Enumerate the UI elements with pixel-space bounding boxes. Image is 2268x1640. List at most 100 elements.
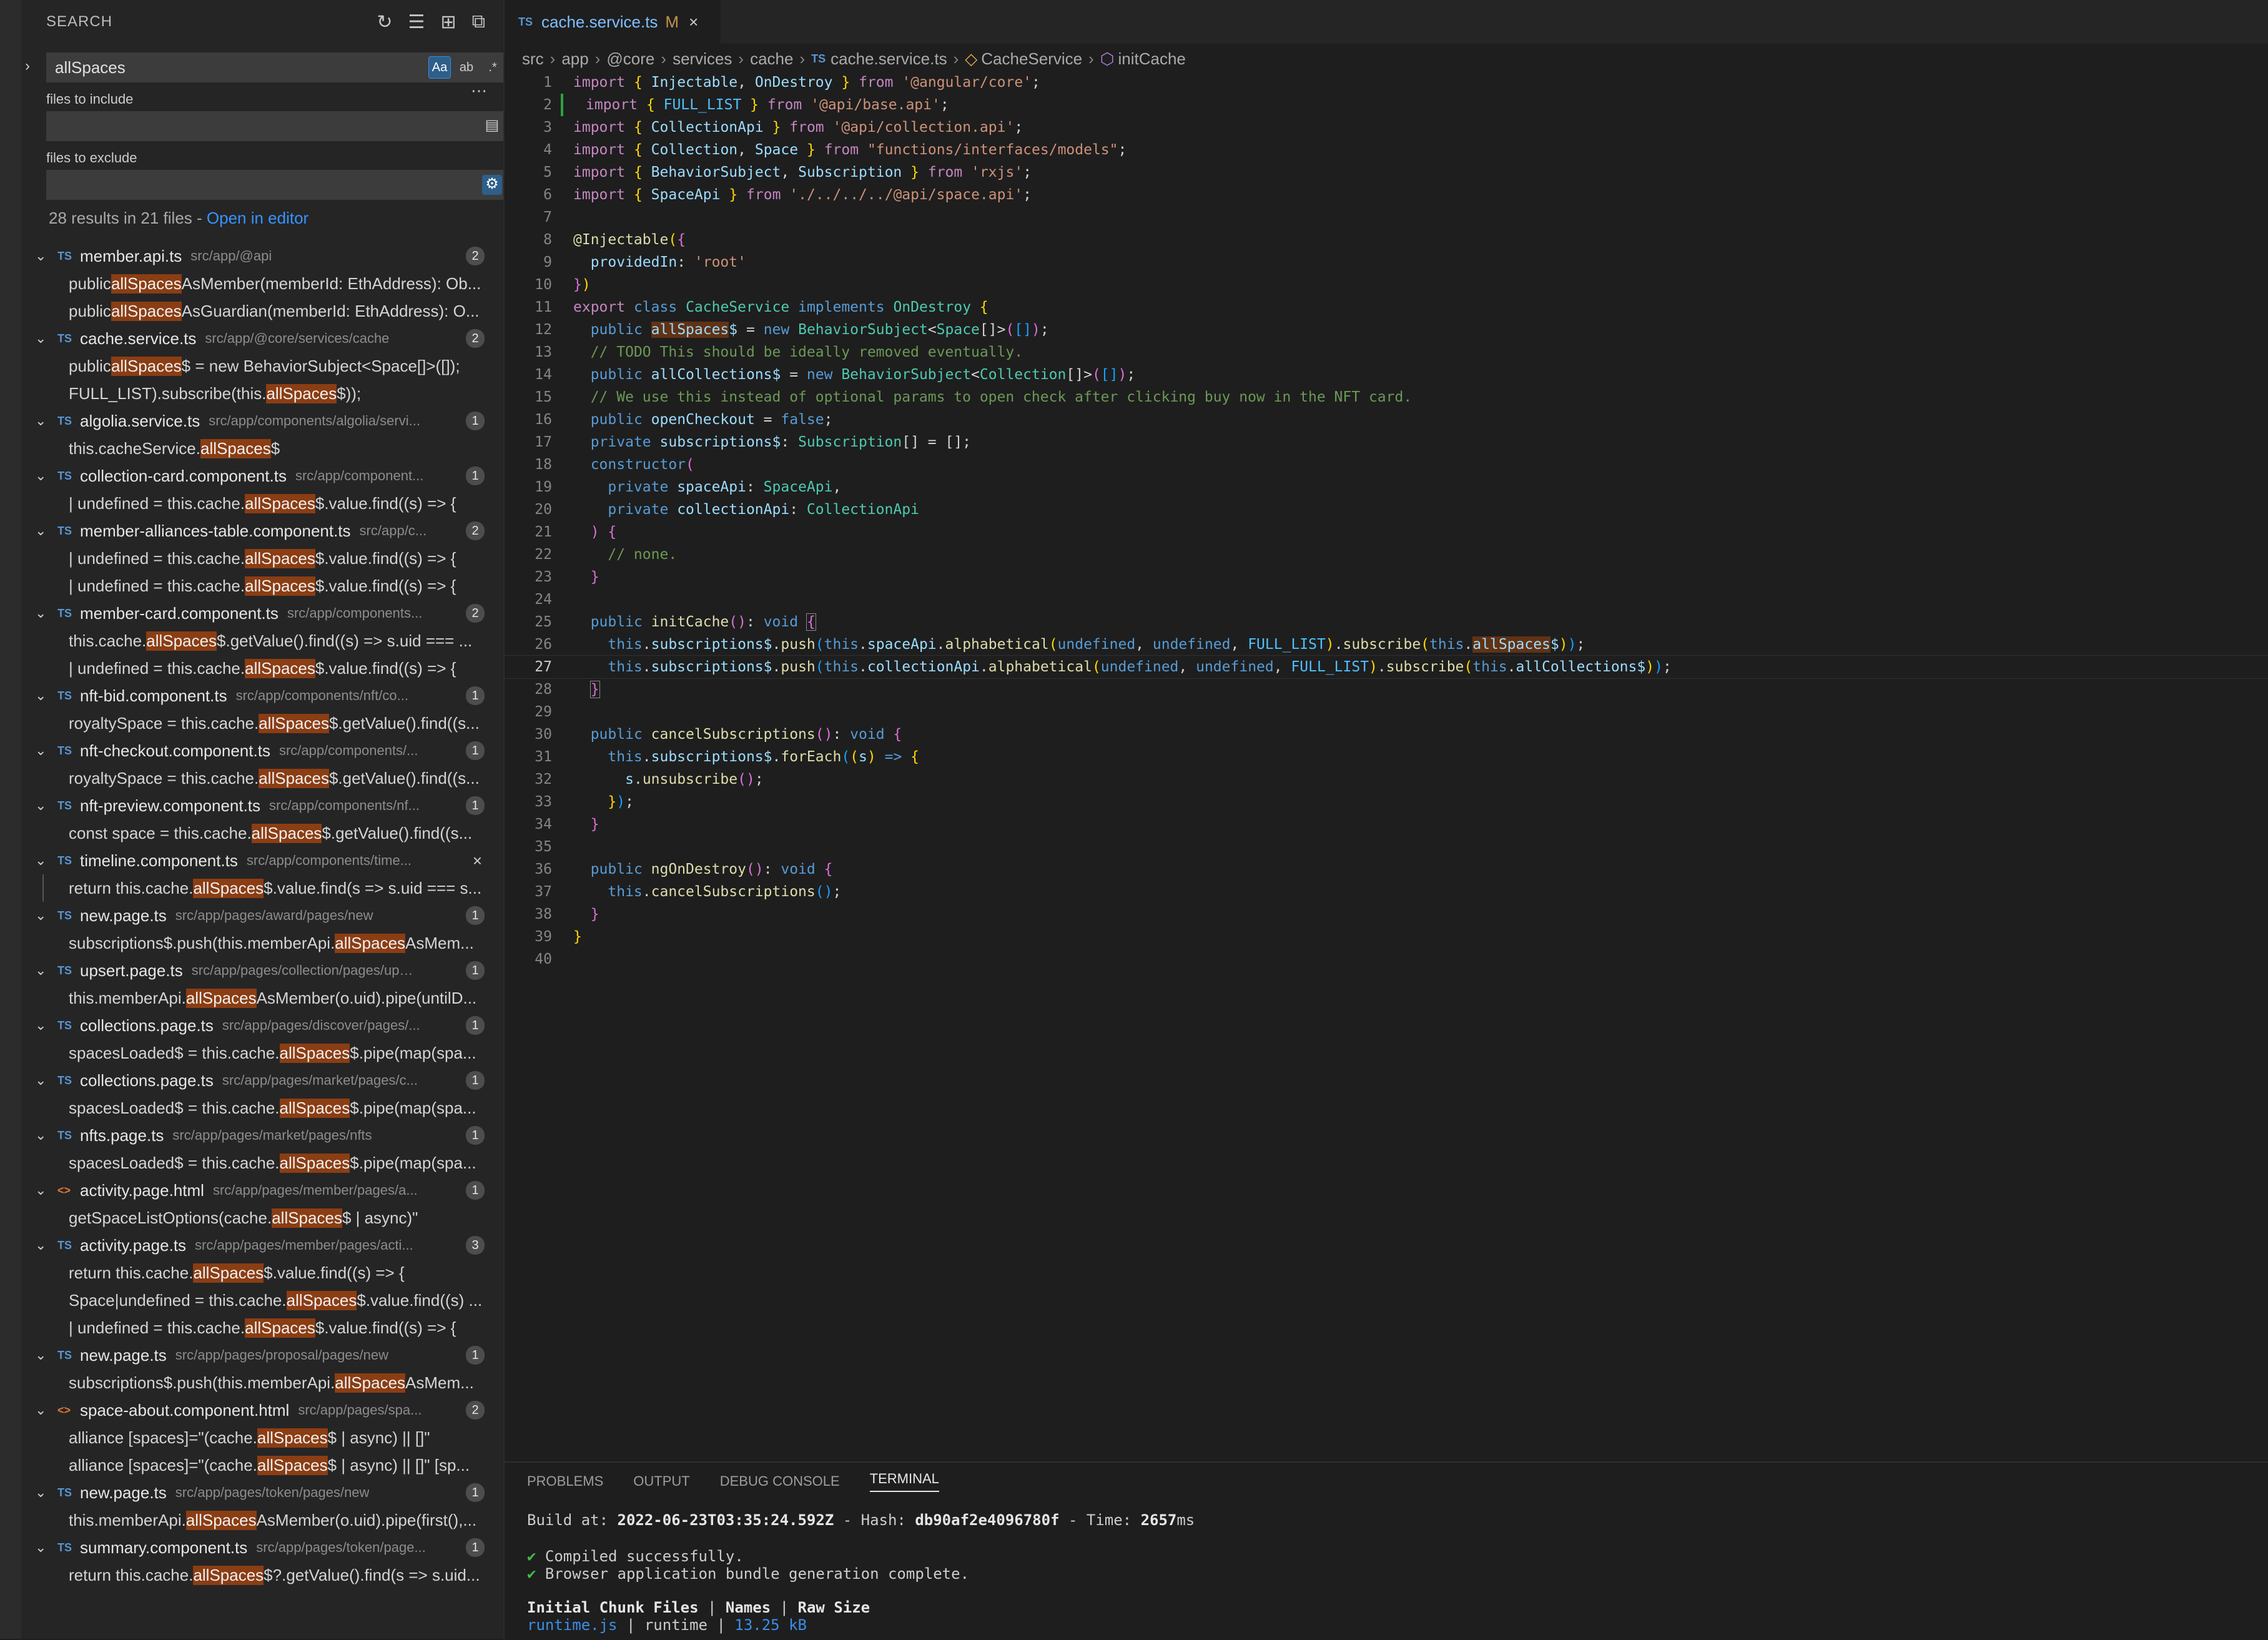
files-to-exclude-input[interactable]: ⚙	[46, 170, 503, 200]
code-line[interactable]: 25 public initCache(): void {	[505, 611, 2268, 633]
result-match-row[interactable]: alliance [spaces]="(cache. allSpaces $ | a…	[21, 1451, 503, 1479]
chevron-down-icon[interactable]: ⌄	[35, 248, 49, 264]
line-content[interactable]: private collectionApi: CollectionApi	[552, 501, 919, 518]
line-content[interactable]: public allSpaces$ = new BehaviorSubject<…	[552, 322, 1049, 338]
result-match-row[interactable]: spacesLoaded$ = this.cache. allSpaces $.pi…	[21, 1149, 503, 1177]
code-line[interactable]: 16 public openCheckout = false;	[505, 408, 2268, 431]
line-content[interactable]: import { Collection, Space } from "funct…	[552, 142, 1127, 158]
code-line[interactable]: 40	[505, 948, 2268, 971]
line-content[interactable]: private spaceApi: SpaceApi,	[552, 479, 841, 495]
result-file-row[interactable]: ⌄ TS timeline.component.ts src/app/componen…	[21, 847, 503, 874]
code-line[interactable]: 32 s.unsubscribe();	[505, 768, 2268, 791]
chevron-down-icon[interactable]: ⌄	[35, 1127, 49, 1144]
code-line[interactable]: 6 import { SpaceApi } from './../../../@a…	[505, 184, 2268, 206]
chevron-down-icon[interactable]: ⌄	[35, 1182, 49, 1198]
line-content[interactable]: import { FULL_LIST } from '@api/base.api…	[576, 97, 949, 113]
whole-word-toggle[interactable]: ab	[456, 57, 477, 78]
line-content[interactable]: this.subscriptions$.forEach((s) => {	[552, 749, 919, 765]
code-line[interactable]: 9 providedIn: 'root'	[505, 251, 2268, 274]
match-case-toggle[interactable]: Aa	[428, 56, 451, 79]
result-file-row[interactable]: ⌄ TS nft-checkout.component.ts src/app/comp…	[21, 737, 503, 764]
line-content[interactable]: import { BehaviorSubject, Subscription }…	[552, 164, 1032, 180]
result-file-row[interactable]: ⌄ TS nft-preview.component.ts src/app/compo…	[21, 792, 503, 819]
code-line[interactable]: 37 this.cancelSubscriptions();	[505, 881, 2268, 903]
code-line[interactable]: 33 });	[505, 791, 2268, 813]
line-content[interactable]: ) {	[552, 524, 617, 540]
result-match-row[interactable]: royaltySpace = this.cache. allSpaces $.get…	[21, 709, 503, 737]
code-line[interactable]: 12 public allSpaces$ = new BehaviorSubje…	[505, 319, 2268, 341]
result-file-row[interactable]: ⌄ TS algolia.service.ts src/app/components/…	[21, 407, 503, 435]
refresh-icon[interactable]: ↻	[377, 11, 393, 33]
line-content[interactable]: public cancelSubscriptions(): void {	[552, 726, 902, 743]
result-file-row[interactable]: ⌄ TS member-alliances-table.component.ts sr…	[21, 517, 503, 545]
line-content[interactable]: }	[552, 906, 599, 922]
line-content[interactable]: }	[552, 929, 582, 945]
result-match-row[interactable]: this.memberApi. allSpaces AsMember(o.uid).…	[21, 1506, 503, 1534]
chevron-down-icon[interactable]: ⌄	[35, 1237, 49, 1253]
result-file-row[interactable]: ⌄ TS upsert.page.ts src/app/pages/collectio…	[21, 957, 503, 984]
result-match-row[interactable]: public allSpaces AsMember(memberId: EthAd…	[21, 270, 503, 297]
search-input[interactable]: allSpaces Aa ab .*	[46, 52, 503, 82]
breadcrumb-item[interactable]: cache	[750, 49, 793, 69]
chevron-down-icon[interactable]: ⌄	[35, 1347, 49, 1363]
search-query[interactable]: allSpaces	[46, 58, 428, 77]
result-match-row[interactable]: this.cache. allSpaces $.getValue().find((s…	[21, 627, 503, 655]
chevron-down-icon[interactable]: ⌄	[35, 1539, 49, 1556]
line-content[interactable]: @Injectable({	[552, 232, 686, 248]
result-match-row[interactable]: subscriptions$.push(this.memberApi. allSp…	[21, 929, 503, 957]
result-match-row[interactable]: public allSpaces $ = new BehaviorSubject<…	[21, 352, 503, 380]
new-search-editor-icon[interactable]: ⊞	[440, 11, 456, 33]
breadcrumb-item[interactable]: src	[522, 49, 544, 69]
terminal-output[interactable]: Build at: 2022-06-23T03:35:24.592Z - Has…	[505, 1511, 2268, 1634]
chevron-down-icon[interactable]: ⌄	[35, 468, 49, 484]
code-line[interactable]: 28 }	[505, 678, 2268, 701]
tab-cache-service[interactable]: TS cache.service.ts M ×	[505, 0, 721, 44]
result-file-row[interactable]: ⌄ <> space-about.component.html src/app/pag…	[21, 1396, 503, 1424]
breadcrumb-item[interactable]: @core	[606, 49, 654, 69]
code-line[interactable]: 4 import { Collection, Space } from "func…	[505, 139, 2268, 161]
line-content[interactable]: import { CollectionApi } from '@api/coll…	[552, 119, 1023, 136]
collapse-all-icon[interactable]: ⧉	[472, 11, 486, 33]
code-line[interactable]: 18 constructor(	[505, 453, 2268, 476]
result-file-row[interactable]: ⌄ <> activity.page.html src/app/pages/membe…	[21, 1177, 503, 1204]
result-match-row[interactable]: | undefined = this.cache. allSpaces $.valu…	[21, 655, 503, 682]
breadcrumb-item[interactable]: app	[561, 49, 588, 69]
book-icon[interactable]: ▤	[482, 116, 502, 136]
breadcrumb-item[interactable]: cache.service.ts	[831, 49, 947, 69]
line-content[interactable]: // none.	[552, 546, 677, 563]
chevron-down-icon[interactable]: ⌄	[35, 852, 49, 869]
code-line[interactable]: 31 this.subscriptions$.forEach((s) => {	[505, 746, 2268, 768]
line-content[interactable]: s.unsubscribe();	[552, 771, 764, 788]
code-line[interactable]: 19 private spaceApi: SpaceApi,	[505, 476, 2268, 498]
chevron-down-icon[interactable]: ⌄	[35, 605, 49, 621]
line-content[interactable]: providedIn: 'root'	[552, 254, 746, 270]
chevron-down-icon[interactable]: ⌄	[35, 1072, 49, 1089]
result-file-row[interactable]: ⌄ TS collection-card.component.ts src/app/c…	[21, 462, 503, 490]
gear-icon[interactable]: ⚙	[482, 175, 502, 195]
chevron-down-icon[interactable]: ⌄	[35, 523, 49, 539]
result-match-row[interactable]: this.cacheService. allSpaces $	[21, 435, 503, 462]
code-line[interactable]: 3 import { CollectionApi } from '@api/col…	[505, 116, 2268, 139]
line-content[interactable]: // We use this instead of optional param…	[552, 389, 1412, 405]
code-line[interactable]: 35	[505, 836, 2268, 858]
line-content[interactable]: this.subscriptions$.push(this.collection…	[552, 659, 1671, 675]
chevron-down-icon[interactable]: ⌄	[35, 962, 49, 979]
result-match-row[interactable]: const space = this.cache. allSpaces $.getV…	[21, 819, 503, 847]
line-content[interactable]: }	[552, 816, 599, 832]
line-content[interactable]: private subscriptions$: Subscription[] =…	[552, 434, 971, 450]
code-line[interactable]: 34 }	[505, 813, 2268, 836]
result-match-row[interactable]: public allSpaces AsGuardian(memberId: Eth…	[21, 297, 503, 325]
chevron-down-icon[interactable]: ⌄	[35, 907, 49, 924]
code-line[interactable]: 24	[505, 588, 2268, 611]
code-line[interactable]: 8 @Injectable({	[505, 229, 2268, 251]
result-match-row[interactable]: return this.cache. allSpaces $?.getValue()…	[21, 1561, 503, 1589]
result-file-row[interactable]: ⌄ TS member-card.component.ts src/app/compo…	[21, 600, 503, 627]
result-file-row[interactable]: ⌄ TS collections.page.ts src/app/pages/disc…	[21, 1012, 503, 1039]
chevron-down-icon[interactable]: ⌄	[35, 688, 49, 704]
line-content[interactable]: export class CacheService implements OnD…	[552, 299, 989, 315]
result-match-row[interactable]: spacesLoaded$ = this.cache. allSpaces $.pi…	[21, 1094, 503, 1122]
result-match-row[interactable]: | undefined = this.cache. allSpaces $.valu…	[21, 545, 503, 572]
code-line[interactable]: 21 ) {	[505, 521, 2268, 543]
result-match-row[interactable]: FULL_LIST).subscribe(this. allSpaces $));	[21, 380, 503, 407]
result-match-row[interactable]: Space|undefined = this.cache. allSpaces $.…	[21, 1287, 503, 1314]
